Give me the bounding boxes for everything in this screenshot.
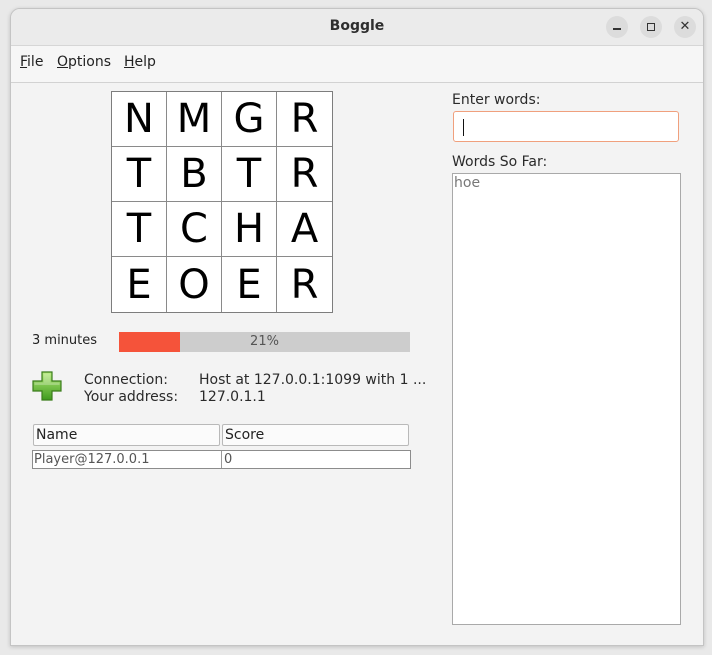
minimize-icon <box>613 28 621 30</box>
menu-file-label: ile <box>27 54 44 70</box>
board-cell: T <box>222 147 277 202</box>
word-input[interactable] <box>453 111 679 142</box>
words-so-far-list[interactable]: hoe <box>452 173 681 625</box>
address-value: 127.0.1.1 <box>199 389 266 405</box>
menu-help[interactable]: Help <box>124 54 156 70</box>
board-cell: M <box>167 92 222 147</box>
maximize-icon <box>647 23 655 31</box>
player-name-cell: Player@127.0.0.1 <box>33 451 222 468</box>
board-cell: E <box>222 257 277 312</box>
board-cell: B <box>167 147 222 202</box>
enter-words-label: Enter words: <box>452 92 541 108</box>
column-header-score[interactable]: Score <box>222 424 409 446</box>
menu-bar: File Options Help <box>11 46 703 83</box>
board-cell: H <box>222 202 277 257</box>
menu-file[interactable]: File <box>20 54 43 70</box>
menu-help-mnemonic: H <box>124 54 135 70</box>
close-button[interactable]: ✕ <box>674 16 696 38</box>
time-progress-bar: 21% <box>119 332 410 352</box>
connection-label: Connection: <box>84 372 168 388</box>
list-item: hoe <box>454 175 481 191</box>
boggle-window: Boggle ✕ File Options Help N M G R T B T… <box>10 8 704 646</box>
board-cell: A <box>277 202 332 257</box>
window-title: Boggle <box>329 18 385 34</box>
text-caret <box>463 119 464 136</box>
board-cell: N <box>112 92 167 147</box>
boggle-board: N M G R T B T R T C H A E O E R <box>111 91 333 313</box>
board-cell: R <box>277 257 332 312</box>
player-score-cell: 0 <box>224 452 233 467</box>
maximize-button[interactable] <box>640 16 662 38</box>
title-bar: Boggle ✕ <box>11 9 703 46</box>
table-row[interactable]: Player@127.0.0.1 0 <box>32 450 411 469</box>
column-header-name[interactable]: Name <box>33 424 220 446</box>
green-plus-icon <box>32 371 62 401</box>
words-so-far-label: Words So Far: <box>452 154 548 170</box>
board-cell: T <box>112 147 167 202</box>
menu-options[interactable]: Options <box>57 54 111 70</box>
minimize-button[interactable] <box>606 16 628 38</box>
menu-options-label: ptions <box>68 54 112 70</box>
board-cell: R <box>277 147 332 202</box>
board-cell: E <box>112 257 167 312</box>
connection-value: Host at 127.0.0.1:1099 with 1 ... <box>199 372 427 388</box>
board-cell: O <box>167 257 222 312</box>
board-cell: C <box>167 202 222 257</box>
address-label: Your address: <box>84 389 179 405</box>
board-cell: R <box>277 92 332 147</box>
progress-text: 21% <box>250 334 279 349</box>
menu-help-label: elp <box>134 54 156 70</box>
board-cell: G <box>222 92 277 147</box>
timer-label: 3 minutes <box>32 333 98 348</box>
menu-file-mnemonic: F <box>20 54 28 70</box>
board-cell: T <box>112 202 167 257</box>
menu-options-mnemonic: O <box>57 54 69 70</box>
close-icon: ✕ <box>679 19 691 34</box>
